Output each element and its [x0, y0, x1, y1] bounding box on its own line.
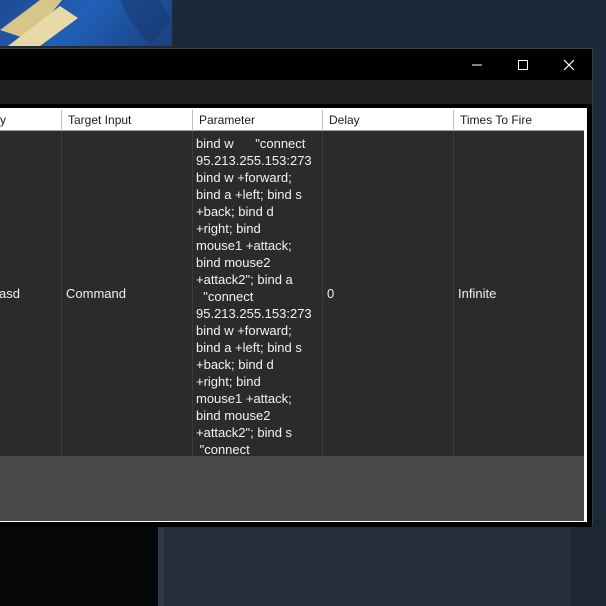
- column-header-parameter[interactable]: Parameter: [193, 110, 323, 131]
- background-panel: [0, 520, 158, 606]
- cell-parameter[interactable]: bind w "connect 95.213.255.153:273 bind …: [193, 131, 323, 456]
- maximize-button[interactable]: [500, 49, 546, 80]
- data-grid[interactable]: y Target Input Parameter Delay Times To …: [0, 108, 587, 522]
- minimize-button[interactable]: [454, 49, 500, 80]
- grid-header-row: y Target Input Parameter Delay Times To …: [0, 110, 584, 131]
- table-row[interactable]: asd Command bind w "connect 95.213.255.1…: [0, 131, 584, 456]
- column-header-delay[interactable]: Delay: [323, 110, 454, 131]
- cell-delay[interactable]: 0: [323, 131, 454, 456]
- background-panel: [164, 525, 570, 606]
- close-icon: [563, 59, 575, 70]
- app-window: y Target Input Parameter Delay Times To …: [0, 48, 593, 527]
- maximize-icon: [518, 59, 528, 70]
- background-panel: [570, 520, 606, 606]
- minimize-icon: [472, 64, 482, 65]
- title-bar[interactable]: [0, 49, 592, 80]
- menu-bar: [0, 80, 592, 104]
- cell-times-to-fire[interactable]: Infinite: [454, 131, 584, 456]
- column-header-key[interactable]: y: [0, 110, 62, 131]
- wallpaper-image: [0, 0, 172, 46]
- parameter-text: bind w "connect 95.213.255.153:273 bind …: [196, 136, 312, 456]
- grid-empty-area: [0, 456, 584, 521]
- cell-name[interactable]: asd: [0, 131, 62, 456]
- close-button[interactable]: [546, 49, 592, 80]
- column-header-times-to-fire[interactable]: Times To Fire: [454, 110, 584, 131]
- cell-target-input[interactable]: Command: [62, 131, 193, 456]
- content-area: y Target Input Parameter Delay Times To …: [0, 104, 592, 527]
- wallpaper-graphic: [0, 0, 172, 46]
- data-grid-body: y Target Input Parameter Delay Times To …: [0, 110, 584, 521]
- column-header-target-input[interactable]: Target Input: [62, 110, 193, 131]
